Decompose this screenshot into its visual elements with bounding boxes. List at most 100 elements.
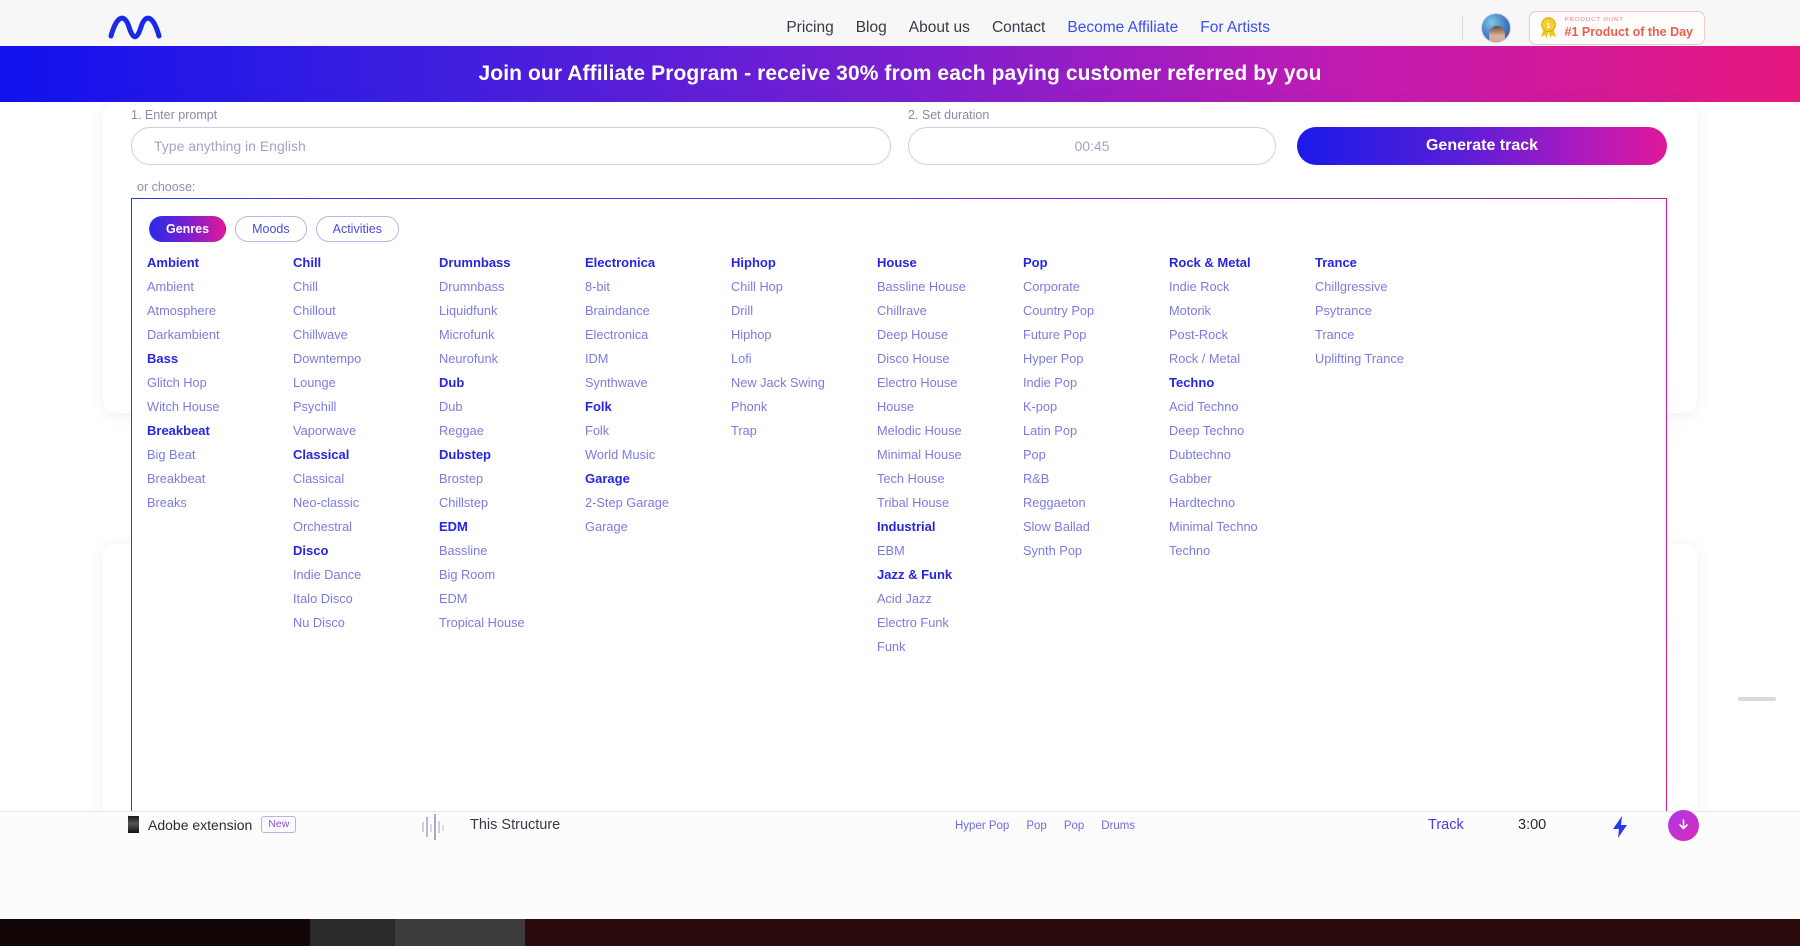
genre-item[interactable]: Classical	[293, 467, 439, 491]
genre-item[interactable]: Post-Rock	[1169, 323, 1315, 347]
genre-item[interactable]: Liquidfunk	[439, 299, 585, 323]
genre-item[interactable]: Orchestral	[293, 515, 439, 539]
genre-item[interactable]: Atmosphere	[147, 299, 293, 323]
prompt-input[interactable]	[131, 127, 891, 165]
avatar[interactable]	[1481, 13, 1511, 43]
genre-item[interactable]: Deep Techno	[1169, 419, 1315, 443]
genre-item[interactable]: Bassline House	[877, 275, 1023, 299]
genre-item[interactable]: Breaks	[147, 491, 293, 515]
genre-item[interactable]: Bassline	[439, 539, 585, 563]
genre-item[interactable]: New Jack Swing	[731, 371, 877, 395]
download-button[interactable]	[1668, 810, 1699, 841]
genre-item[interactable]: Neo-classic	[293, 491, 439, 515]
genre-item[interactable]: Big Beat	[147, 443, 293, 467]
genre-item[interactable]: Chillwave	[293, 323, 439, 347]
genre-item[interactable]: Glitch Hop	[147, 371, 293, 395]
nav-item-become-affiliate[interactable]: Become Affiliate	[1067, 19, 1178, 37]
genre-item[interactable]: Techno	[1169, 539, 1315, 563]
genre-item[interactable]: Chillout	[293, 299, 439, 323]
genre-item[interactable]: Acid Techno	[1169, 395, 1315, 419]
genre-item[interactable]: Chill Hop	[731, 275, 877, 299]
nav-item-for-artists[interactable]: For Artists	[1200, 19, 1270, 37]
track-tag[interactable]: Hyper Pop	[955, 820, 1009, 832]
genre-item[interactable]: Uplifting Trance	[1315, 347, 1485, 371]
genre-item[interactable]: Darkambient	[147, 323, 293, 347]
genre-item[interactable]: Hyper Pop	[1023, 347, 1169, 371]
genre-item[interactable]: Tropical House	[439, 611, 585, 635]
genre-item[interactable]: Synth Pop	[1023, 539, 1169, 563]
genre-item[interactable]: 2-Step Garage	[585, 491, 731, 515]
genre-item[interactable]: Electro House	[877, 371, 1023, 395]
genre-item[interactable]: Future Pop	[1023, 323, 1169, 347]
genre-item[interactable]: Phonk	[731, 395, 877, 419]
genre-item[interactable]: Deep House	[877, 323, 1023, 347]
genre-item[interactable]: Big Room	[439, 563, 585, 587]
genre-item[interactable]: Gabber	[1169, 467, 1315, 491]
genre-item[interactable]: Witch House	[147, 395, 293, 419]
genre-item[interactable]: R&B	[1023, 467, 1169, 491]
genre-item[interactable]: Pop	[1023, 443, 1169, 467]
genre-item[interactable]: Italo Disco	[293, 587, 439, 611]
genre-item[interactable]: Corporate	[1023, 275, 1169, 299]
genre-item[interactable]: Disco House	[877, 347, 1023, 371]
genre-item[interactable]: Minimal House	[877, 443, 1023, 467]
affiliate-banner[interactable]: Join our Affiliate Program - receive 30%…	[0, 46, 1800, 102]
genre-item[interactable]: Rock / Metal	[1169, 347, 1315, 371]
genre-item[interactable]: Indie Dance	[293, 563, 439, 587]
genre-item[interactable]: Latin Pop	[1023, 419, 1169, 443]
genre-item[interactable]: Brostep	[439, 467, 585, 491]
generate-track-button[interactable]: Generate track	[1297, 127, 1667, 165]
genre-item[interactable]: Minimal Techno	[1169, 515, 1315, 539]
genre-item[interactable]: Tech House	[877, 467, 1023, 491]
lightning-bolt-icon[interactable]	[1610, 815, 1630, 839]
scrollbar-thumb[interactable]	[1738, 697, 1776, 701]
genre-item[interactable]: Electro Funk	[877, 611, 1023, 635]
genre-item[interactable]: Tribal House	[877, 491, 1023, 515]
genre-item[interactable]: Indie Pop	[1023, 371, 1169, 395]
genre-item[interactable]: Hardtechno	[1169, 491, 1315, 515]
genre-item[interactable]: Drill	[731, 299, 877, 323]
genre-item[interactable]: Motorik	[1169, 299, 1315, 323]
track-tag[interactable]: Pop	[1064, 820, 1084, 832]
genre-item[interactable]: Braindance	[585, 299, 731, 323]
genre-item[interactable]: Lounge	[293, 371, 439, 395]
track-tag[interactable]: Pop	[1026, 820, 1046, 832]
genre-item[interactable]: Microfunk	[439, 323, 585, 347]
genre-item[interactable]: Trance	[1315, 323, 1485, 347]
genre-item[interactable]: Trap	[731, 419, 877, 443]
tab-activities[interactable]: Activities	[316, 216, 399, 242]
genre-item[interactable]: Hiphop	[731, 323, 877, 347]
genre-item[interactable]: Synthwave	[585, 371, 731, 395]
tab-moods[interactable]: Moods	[235, 216, 307, 242]
nav-item-blog[interactable]: Blog	[856, 19, 887, 37]
genre-item[interactable]: Melodic House	[877, 419, 1023, 443]
genre-item[interactable]: Breakbeat	[147, 467, 293, 491]
genre-item[interactable]: EDM	[439, 587, 585, 611]
nav-item-about-us[interactable]: About us	[909, 19, 970, 37]
genre-item[interactable]: Neurofunk	[439, 347, 585, 371]
genre-item[interactable]: Acid Jazz	[877, 587, 1023, 611]
genre-item[interactable]: IDM	[585, 347, 731, 371]
adobe-extension-group[interactable]: Adobe extension New	[128, 816, 296, 833]
genre-item[interactable]: World Music	[585, 443, 731, 467]
genre-item[interactable]: Chillgressive	[1315, 275, 1485, 299]
genre-item[interactable]: Folk	[585, 419, 731, 443]
genre-item[interactable]: Psytrance	[1315, 299, 1485, 323]
track-tag[interactable]: Drums	[1101, 820, 1135, 832]
genre-item[interactable]: Nu Disco	[293, 611, 439, 635]
genre-item[interactable]: Slow Ballad	[1023, 515, 1169, 539]
nav-item-contact[interactable]: Contact	[992, 19, 1045, 37]
genre-item[interactable]: Chill	[293, 275, 439, 299]
genre-item[interactable]: Chillstep	[439, 491, 585, 515]
genre-item[interactable]: Garage	[585, 515, 731, 539]
duration-input[interactable]	[908, 127, 1276, 165]
genre-item[interactable]: Chillrave	[877, 299, 1023, 323]
genre-item[interactable]: EBM	[877, 539, 1023, 563]
wave-logo-icon[interactable]	[103, 8, 175, 46]
product-hunt-badge[interactable]: 1 PRODUCT HUNT #1 Product of the Day	[1529, 11, 1706, 45]
tab-genres[interactable]: Genres	[149, 216, 226, 242]
genre-item[interactable]: Vaporwave	[293, 419, 439, 443]
genre-item[interactable]: Lofi	[731, 347, 877, 371]
genre-item[interactable]: Reggaeton	[1023, 491, 1169, 515]
genre-item[interactable]: Reggae	[439, 419, 585, 443]
